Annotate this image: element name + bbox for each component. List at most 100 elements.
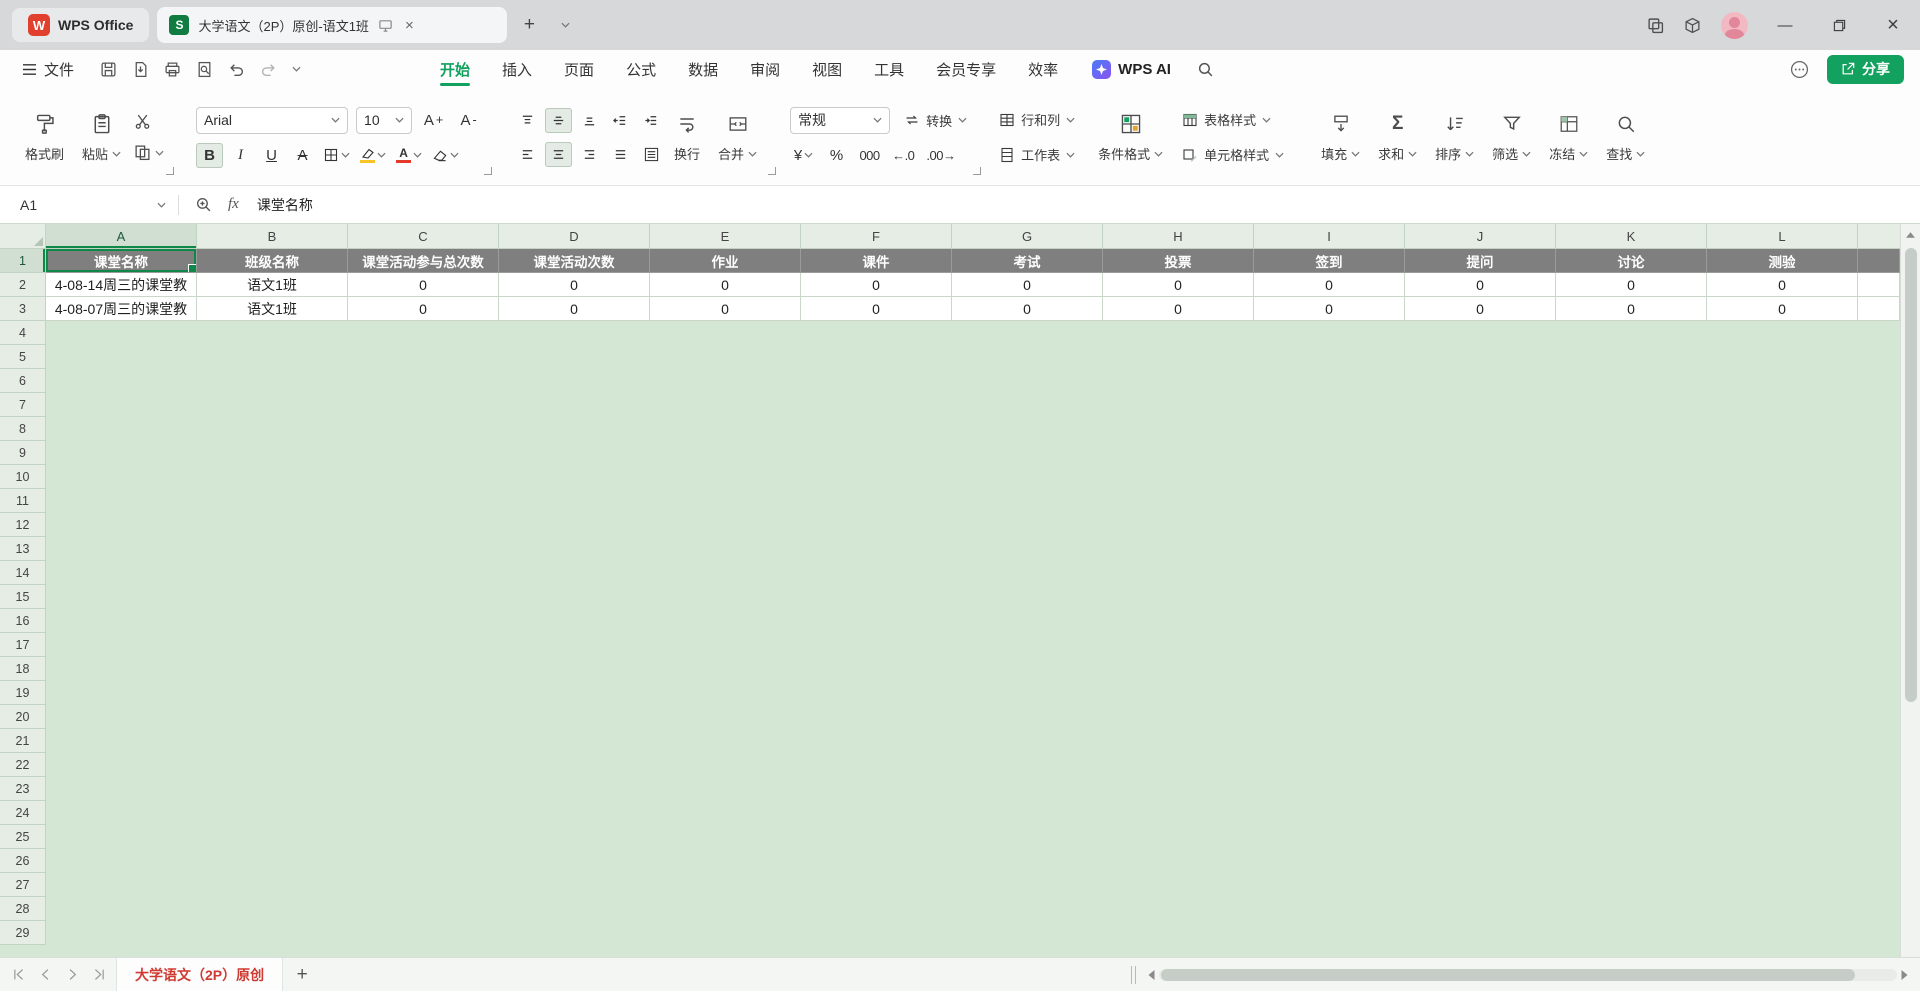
alignment-group-expander[interactable] [768, 167, 776, 175]
clipboard-group-expander[interactable] [166, 167, 174, 175]
clear-format-button[interactable] [429, 143, 462, 168]
cell-L2[interactable]: 0 [1707, 273, 1858, 297]
cell-D1[interactable]: 课堂活动次数 [499, 249, 650, 273]
row-header-17[interactable]: 17 [0, 633, 46, 657]
column-header-A[interactable]: A [46, 224, 197, 249]
table-style-button[interactable]: 表格样式 [1178, 107, 1288, 133]
redo-icon[interactable] [260, 62, 277, 77]
fill-button[interactable]: 填充 [1312, 109, 1369, 165]
horizontal-scroll-thumb[interactable] [1161, 969, 1855, 981]
align-middle-icon[interactable] [545, 108, 572, 133]
cell-B1[interactable]: 班级名称 [197, 249, 348, 273]
freeze-button[interactable]: 冻结 [1540, 109, 1597, 165]
cell-L1[interactable]: 测验 [1707, 249, 1858, 273]
sort-button[interactable]: 排序 [1426, 109, 1483, 165]
cell-H1[interactable]: 投票 [1103, 249, 1254, 273]
empty-cells-row-8[interactable] [46, 417, 1920, 441]
share-button[interactable]: 分享 [1827, 55, 1904, 84]
column-header-C[interactable]: C [348, 224, 499, 249]
menu-tab-效率[interactable]: 效率 [1028, 50, 1058, 88]
cell-F2[interactable]: 0 [801, 273, 952, 297]
convert-button[interactable]: 转换 [900, 107, 971, 133]
cell-J3[interactable]: 0 [1405, 297, 1556, 321]
empty-cells-row-19[interactable] [46, 681, 1920, 705]
empty-cells-row-11[interactable] [46, 489, 1920, 513]
row-header-15[interactable]: 15 [0, 585, 46, 609]
column-header-partial[interactable] [1858, 224, 1900, 249]
row-header-28[interactable]: 28 [0, 897, 46, 921]
row-header-14[interactable]: 14 [0, 561, 46, 585]
document-tab[interactable]: S 大学语文（2P）原创-语文1班 × [157, 7, 507, 43]
align-top-icon[interactable] [514, 108, 541, 133]
decrease-indent-icon[interactable] [607, 108, 634, 133]
row-header-3[interactable]: 3 [0, 297, 46, 321]
row-header-6[interactable]: 6 [0, 369, 46, 393]
menu-tab-数据[interactable]: 数据 [688, 50, 718, 88]
empty-cells-row-10[interactable] [46, 465, 1920, 489]
cell-E2[interactable]: 0 [650, 273, 801, 297]
cell-B2[interactable]: 语文1班 [197, 273, 348, 297]
column-header-G[interactable]: G [952, 224, 1103, 249]
empty-cells-row-15[interactable] [46, 585, 1920, 609]
scroll-right-icon[interactable] [1901, 970, 1908, 980]
number-group-expander[interactable] [973, 167, 981, 175]
cell-style-button[interactable]: 单元格样式 [1178, 142, 1288, 168]
previous-sheet-icon[interactable] [35, 968, 56, 981]
column-header-E[interactable]: E [650, 224, 801, 249]
cell-E3[interactable]: 0 [650, 297, 801, 321]
wps-ai-button[interactable]: WPS AI [1092, 60, 1171, 79]
cell-G1[interactable]: 考试 [952, 249, 1103, 273]
row-header-19[interactable]: 19 [0, 681, 46, 705]
increase-indent-icon[interactable] [638, 108, 665, 133]
row-header-2[interactable]: 2 [0, 273, 46, 297]
column-header-H[interactable]: H [1103, 224, 1254, 249]
justify-icon[interactable] [607, 142, 634, 167]
font-group-expander[interactable] [484, 167, 492, 175]
row-header-13[interactable]: 13 [0, 537, 46, 561]
first-sheet-icon[interactable] [8, 968, 29, 981]
cell-A1[interactable]: 课堂名称 [46, 249, 197, 273]
row-header-8[interactable]: 8 [0, 417, 46, 441]
select-all-corner[interactable] [0, 224, 46, 249]
rows-columns-button[interactable]: 行和列 [995, 107, 1079, 133]
formula-content[interactable]: 课堂名称 [257, 195, 313, 215]
cell-H3[interactable]: 0 [1103, 297, 1254, 321]
column-header-K[interactable]: K [1556, 224, 1707, 249]
row-header-24[interactable]: 24 [0, 801, 46, 825]
menu-tab-开始[interactable]: 开始 [440, 50, 470, 88]
cell-I2[interactable]: 0 [1254, 273, 1405, 297]
merge-cells-button[interactable]: 合并 [709, 109, 766, 165]
window-layout-icon[interactable] [1647, 17, 1664, 34]
row-header-11[interactable]: 11 [0, 489, 46, 513]
menu-tab-页面[interactable]: 页面 [564, 50, 594, 88]
align-right-icon[interactable] [576, 142, 603, 167]
cell-K1[interactable]: 讨论 [1556, 249, 1707, 273]
cell-K3[interactable]: 0 [1556, 297, 1707, 321]
font-color-button[interactable]: A [393, 143, 425, 168]
empty-cells-row-13[interactable] [46, 537, 1920, 561]
row-header-29[interactable]: 29 [0, 921, 46, 945]
empty-cells-row-24[interactable] [46, 801, 1920, 825]
thousands-separator-button[interactable]: 000 [856, 143, 883, 168]
wps-home-tab[interactable]: W WPS Office [12, 8, 149, 42]
cell-B3[interactable]: 语文1班 [197, 297, 348, 321]
cell-partial-3[interactable] [1858, 297, 1900, 321]
row-header-5[interactable]: 5 [0, 345, 46, 369]
insert-function-icon[interactable]: fx [228, 196, 239, 213]
percent-format-button[interactable]: % [823, 143, 850, 168]
decrease-decimal-button[interactable]: .00→ [923, 143, 958, 168]
empty-cells-row-16[interactable] [46, 609, 1920, 633]
empty-cells-row-26[interactable] [46, 849, 1920, 873]
cell-A3[interactable]: 4-08-07周三的课堂教 [46, 297, 197, 321]
menu-tab-审阅[interactable]: 审阅 [750, 50, 780, 88]
copy-icon[interactable] [134, 144, 164, 161]
vertical-scroll-thumb[interactable] [1905, 248, 1917, 702]
cell-I1[interactable]: 签到 [1254, 249, 1405, 273]
borders-button[interactable] [320, 143, 353, 168]
vertical-scrollbar[interactable] [1900, 224, 1920, 957]
row-header-26[interactable]: 26 [0, 849, 46, 873]
sheet-tab-active[interactable]: 大学语文（2P）原创 [116, 958, 283, 991]
row-header-25[interactable]: 25 [0, 825, 46, 849]
minimize-button[interactable]: — [1768, 8, 1802, 42]
row-header-1[interactable]: 1 [0, 249, 46, 273]
